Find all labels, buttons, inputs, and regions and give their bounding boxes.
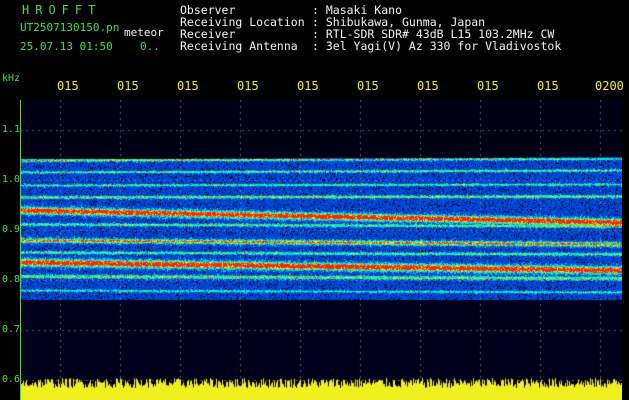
y-tick-label: 1.1	[2, 124, 21, 135]
time-tick-label: 015	[57, 79, 79, 93]
time-tick-label: 015	[117, 79, 139, 93]
y-tick-label: 0.6	[2, 374, 21, 385]
y-axis-line	[20, 100, 21, 400]
antenna-value: : 3el Yagi(V) Az 330 for Vladivostok	[312, 39, 562, 53]
time-tick-label: 0200	[595, 79, 624, 93]
antenna-label: Receiving Antenna	[180, 39, 298, 53]
y-axis-unit: kHz	[2, 73, 21, 84]
y-tick-label: 0.8	[2, 274, 21, 285]
y-tick-label: 1.0	[2, 174, 21, 185]
time-tick-label: 015	[477, 79, 499, 93]
time-tick-label: 015	[537, 79, 559, 93]
y-tick-label: 0.7	[2, 324, 21, 335]
meteor-count: 0..	[140, 40, 160, 53]
y-tick-label: 0.9	[2, 224, 21, 235]
app-logo: HROFFT	[22, 3, 102, 17]
time-tick-label: 015	[177, 79, 199, 93]
time-tick-label: 015	[357, 79, 379, 93]
spectrogram-plot	[20, 100, 622, 400]
datetime-label: 25.07.13 01:50	[20, 40, 113, 53]
time-tick-label: 015	[237, 79, 259, 93]
time-tick-label: 015	[297, 79, 319, 93]
meteor-label: meteor	[124, 26, 164, 39]
filename-label: UT2507130150.pn	[20, 21, 120, 34]
time-tick-label: 015	[417, 79, 439, 93]
